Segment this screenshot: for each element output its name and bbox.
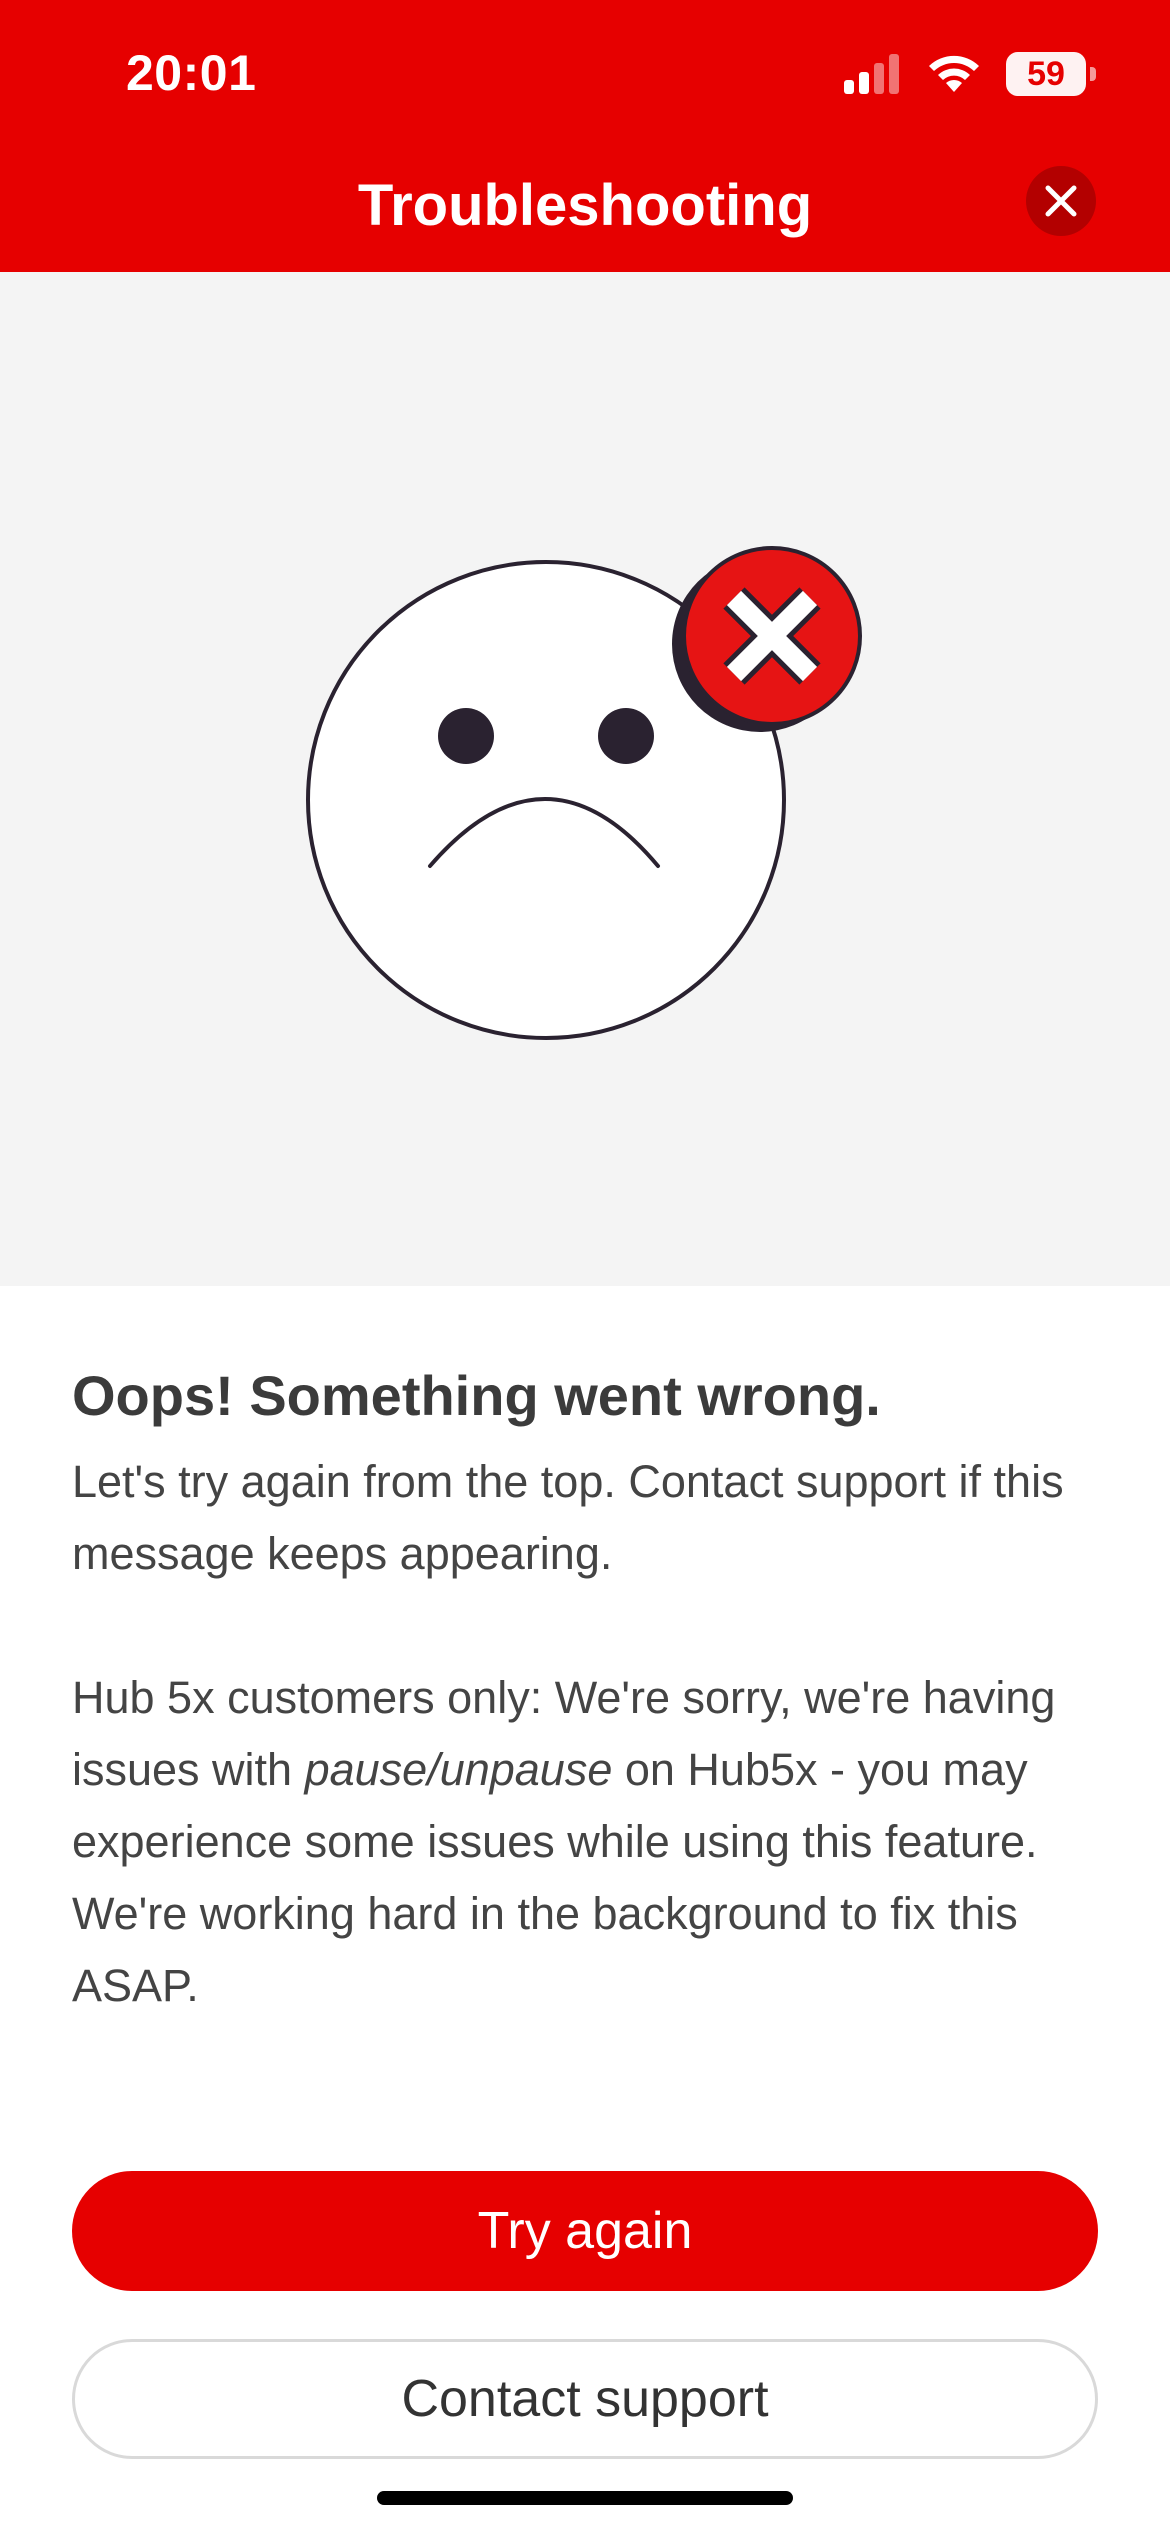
error-description: Let's try again from the top. Contact su… [72,1456,1064,1579]
battery-level: 59 [1027,54,1065,93]
error-body: Let's try again from the top. Contact su… [72,1446,1102,2022]
hub-notice-followup: We're working hard in the background to … [72,1888,1018,2011]
page-title: Troubleshooting [357,173,813,238]
status-time: 20:01 [126,45,257,101]
illustration-area [0,272,1170,1286]
status-icons: 59 [844,52,1096,96]
contact-support-button[interactable]: Contact support [72,2339,1098,2459]
close-button[interactable] [1026,166,1096,236]
home-indicator[interactable] [377,2491,793,2505]
cellular-signal-icon [844,54,899,94]
sad-face-icon [306,546,862,1040]
wifi-icon [929,55,979,92]
close-icon [1045,185,1077,217]
error-x-icon [682,546,862,726]
app-header: 20:01 59 Troubleshooting [0,0,1170,272]
error-title: Oops! Something went wrong. [72,1364,881,1427]
hub-notice: Hub 5x customers only: We're sorry, we'r… [72,1672,1056,1867]
battery-icon: 59 [1006,52,1096,96]
try-again-button[interactable]: Try again [72,2171,1098,2291]
error-message: Oops! Something went wrong. Let's try ag… [72,1356,1102,2022]
